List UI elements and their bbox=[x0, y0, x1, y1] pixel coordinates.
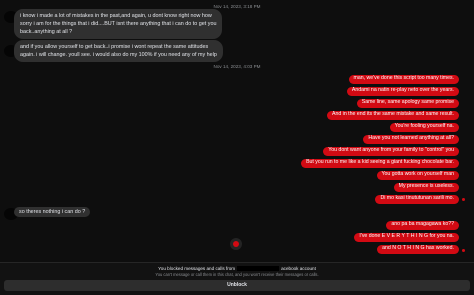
blocked-subtext: You can't message or call them in this c… bbox=[155, 272, 319, 277]
message-outgoing[interactable]: You dont want anyone from your family to… bbox=[323, 147, 459, 156]
scroll-down-icon bbox=[233, 241, 239, 247]
message-outgoing[interactable]: Have you not learned anything at all? bbox=[363, 135, 459, 144]
message-text: i know i made a lot of mistakes in the p… bbox=[20, 13, 212, 19]
message-text: sorry i am for the things that i did....… bbox=[20, 21, 217, 27]
read-receipt-icon bbox=[462, 198, 465, 201]
blocked-notice-suffix: acebook account bbox=[281, 266, 316, 271]
redacted-name bbox=[237, 266, 280, 272]
message-outgoing[interactable]: ano pa ba magagawa ko?? bbox=[386, 221, 459, 230]
message-outgoing[interactable]: Same line, same apology same promise bbox=[356, 99, 459, 108]
message-text: back..anything at all ? bbox=[20, 29, 73, 35]
message-outgoing[interactable]: You gotta work on yourself man bbox=[376, 171, 459, 180]
message-outgoing[interactable]: My presence is useless. bbox=[393, 183, 459, 192]
message-incoming[interactable]: so theres nothing i can do ? bbox=[14, 207, 91, 217]
message-outgoing[interactable]: You're fooling yourself na. bbox=[389, 123, 459, 132]
message-incoming[interactable]: i know i made a lot of mistakes in the p… bbox=[14, 9, 223, 39]
message-outgoing[interactable]: Andami na natin re-play neto over the ye… bbox=[346, 87, 459, 96]
timestamp: Nov 14, 2023, 4:03 PM bbox=[213, 64, 261, 69]
blocked-notice: You blocked messages and calls from acebo… bbox=[0, 266, 474, 272]
message-text: again. i will change. youll see. i would… bbox=[20, 52, 217, 58]
message-outgoing[interactable]: Di mo kasi tinututunan sarili mo. bbox=[375, 195, 459, 204]
message-outgoing[interactable]: And in the end its the same mistake and … bbox=[327, 111, 459, 120]
blocked-footer: You blocked messages and calls from acebo… bbox=[0, 262, 474, 295]
message-outgoing[interactable]: I've done E V E R Y T H I N G for you na… bbox=[354, 233, 459, 242]
message-incoming[interactable]: and if you allow yourself to get back..i… bbox=[14, 40, 223, 62]
read-receipt-icon bbox=[462, 249, 465, 252]
scroll-down-button[interactable] bbox=[230, 238, 242, 250]
message-text: and if you allow yourself to get back..i… bbox=[20, 44, 209, 50]
unblock-button[interactable]: Unblock bbox=[4, 280, 470, 291]
blocked-notice-prefix: You blocked messages and calls from bbox=[158, 266, 236, 271]
message-outgoing[interactable]: But you run to me like a kid seeing a gi… bbox=[301, 159, 459, 168]
message-outgoing[interactable]: man, we've done this script too many tim… bbox=[348, 75, 459, 84]
message-outgoing[interactable]: and N O T H I N G has worked. bbox=[377, 245, 459, 254]
message-text: so theres nothing i can do ? bbox=[19, 209, 86, 215]
